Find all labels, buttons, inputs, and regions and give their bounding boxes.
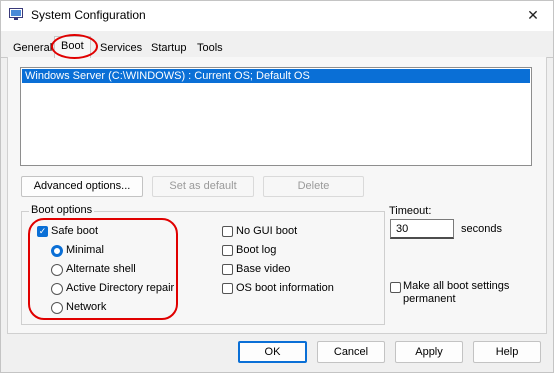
cancel-button[interactable]: Cancel bbox=[317, 341, 385, 363]
title-bar: System Configuration ✕ bbox=[1, 1, 553, 31]
advanced-options-button[interactable]: Advanced options... bbox=[21, 176, 143, 197]
radio-alternate-shell[interactable] bbox=[51, 264, 63, 276]
safe-boot-checkbox[interactable]: ✓ bbox=[37, 226, 48, 237]
radio-minimal-label: Minimal bbox=[66, 244, 104, 256]
radio-network[interactable] bbox=[51, 302, 63, 314]
timeout-label: Timeout: bbox=[389, 205, 432, 217]
system-configuration-window: System Configuration ✕ General Boot Serv… bbox=[0, 0, 554, 373]
tab-startup[interactable]: Startup bbox=[147, 39, 190, 57]
timeout-input[interactable] bbox=[390, 219, 454, 239]
boot-log-checkbox[interactable] bbox=[222, 245, 233, 256]
delete-button[interactable]: Delete bbox=[263, 176, 364, 197]
tab-general[interactable]: General bbox=[9, 39, 56, 57]
no-gui-boot-checkbox[interactable] bbox=[222, 226, 233, 237]
window-title: System Configuration bbox=[31, 8, 146, 22]
make-permanent-label: Make all boot settings permanent bbox=[403, 280, 510, 305]
boot-options-title: Boot options bbox=[29, 204, 95, 216]
radio-alternate-shell-label: Alternate shell bbox=[66, 263, 136, 275]
radio-network-label: Network bbox=[66, 301, 107, 313]
make-permanent-checkbox[interactable] bbox=[390, 282, 401, 293]
base-video-label: Base video bbox=[236, 263, 291, 275]
os-list-item[interactable]: Windows Server (C:\WINDOWS) : Current OS… bbox=[22, 69, 530, 83]
safe-boot-label: Safe boot bbox=[51, 225, 99, 237]
radio-active-directory-repair[interactable] bbox=[51, 283, 63, 295]
tab-tools[interactable]: Tools bbox=[193, 39, 227, 57]
os-boot-information-label: OS boot information bbox=[236, 282, 334, 294]
apply-button[interactable]: Apply bbox=[395, 341, 463, 363]
tab-boot[interactable]: Boot bbox=[54, 36, 91, 58]
help-button[interactable]: Help bbox=[473, 341, 541, 363]
ok-button[interactable]: OK bbox=[238, 341, 307, 363]
radio-active-directory-repair-label: Active Directory repair bbox=[66, 282, 175, 294]
set-as-default-button[interactable]: Set as default bbox=[152, 176, 254, 197]
os-list[interactable]: Windows Server (C:\WINDOWS) : Current OS… bbox=[20, 67, 532, 166]
boot-log-label: Boot log bbox=[236, 244, 277, 256]
radio-minimal[interactable] bbox=[51, 245, 63, 257]
tab-services[interactable]: Services bbox=[96, 39, 146, 57]
base-video-checkbox[interactable] bbox=[222, 264, 233, 275]
no-gui-boot-label: No GUI boot bbox=[236, 225, 298, 237]
seconds-label: seconds bbox=[461, 223, 502, 235]
system-configuration-icon bbox=[9, 8, 23, 20]
close-icon[interactable]: ✕ bbox=[523, 5, 543, 25]
os-boot-information-checkbox[interactable] bbox=[222, 283, 233, 294]
